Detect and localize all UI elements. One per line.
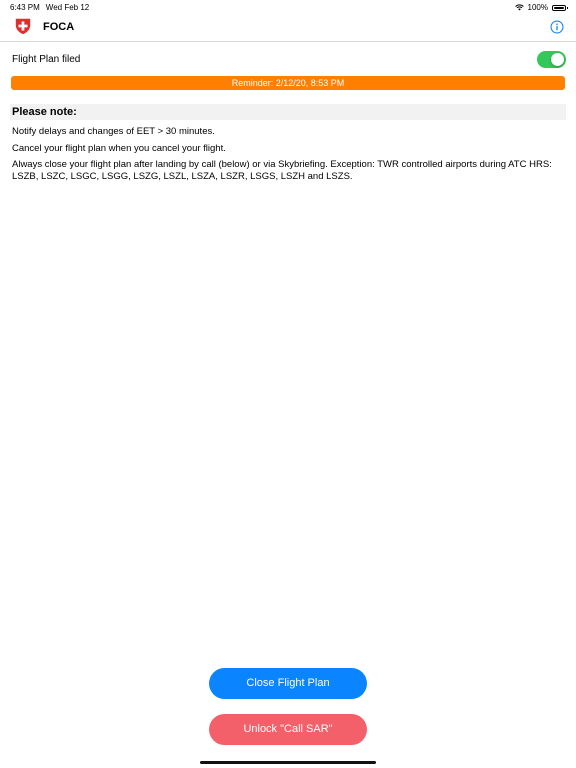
note-line-close: Always close your flight plan after land… <box>12 159 552 182</box>
status-date: Wed Feb 12 <box>45 3 90 12</box>
close-flight-plan-button[interactable]: Close Flight Plan <box>209 668 367 699</box>
flight-plan-filed-toggle[interactable] <box>537 51 566 68</box>
note-title: Please note: <box>12 106 77 118</box>
info-icon[interactable] <box>550 20 564 34</box>
note-header: Please note: <box>10 104 566 120</box>
unlock-call-sar-button[interactable]: Unlock "Call SAR" <box>209 714 367 745</box>
status-time: 6:43 PM <box>10 3 40 12</box>
status-bar: 6:43 PM Wed Feb 12 100% <box>0 0 576 14</box>
swiss-cross-icon <box>15 18 31 35</box>
note-line-cancel: Cancel your flight plan when you cancel … <box>12 143 226 154</box>
nav-bar: FOCA <box>0 14 576 42</box>
page-title: FOCA <box>43 21 75 33</box>
flight-plan-filed-label: Flight Plan filed <box>12 54 81 65</box>
toggle-knob <box>551 53 564 66</box>
battery-icon <box>552 4 568 11</box>
battery-percent: 100% <box>527 3 548 12</box>
wifi-icon <box>514 4 524 11</box>
note-line-delays: Notify delays and changes of EET > 30 mi… <box>12 126 215 137</box>
home-indicator <box>200 761 376 764</box>
flight-plan-filed-row: Flight Plan filed <box>0 46 576 72</box>
reminder-banner: Reminder: 2/12/20, 8:53 PM <box>11 76 565 90</box>
